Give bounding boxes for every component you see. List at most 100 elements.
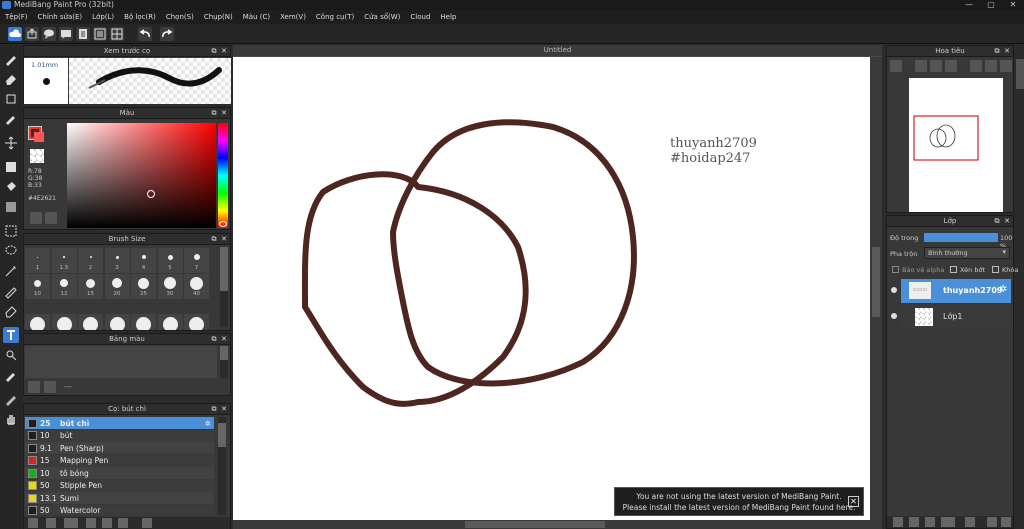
- brush-size-cell[interactable]: 2: [78, 248, 103, 273]
- undock-icon[interactable]: ⧉: [210, 405, 218, 413]
- text-tool-icon[interactable]: [3, 327, 19, 343]
- menu-item-8[interactable]: Công cụ(T): [311, 10, 359, 24]
- layer-row-selected[interactable]: ▭▭▭ thuyanh2709 ✲: [901, 279, 1011, 303]
- menu-item-4[interactable]: Chọn(S): [161, 10, 199, 24]
- opacity-slider[interactable]: [924, 233, 998, 242]
- flip-icon[interactable]: [1000, 60, 1012, 72]
- hand-tool-icon[interactable]: [3, 411, 19, 427]
- brush-size-cell[interactable]: [157, 314, 183, 330]
- menu-item-1[interactable]: Chỉnh sửa(E): [33, 10, 88, 24]
- new-layer-icon[interactable]: [893, 517, 903, 527]
- brush-dropdown-icon[interactable]: [64, 518, 78, 528]
- canvas-vertical-scrollbar[interactable]: [870, 57, 882, 520]
- menu-item-3[interactable]: Bộ lọc(R): [119, 10, 161, 24]
- dot-tool-icon[interactable]: [3, 91, 19, 107]
- brush-size-cell[interactable]: [78, 314, 103, 330]
- select-eraser-icon[interactable]: [3, 303, 19, 319]
- menu-item-2[interactable]: Lớp(L): [87, 10, 119, 24]
- brush-item[interactable]: 10 bút: [25, 429, 214, 442]
- visibility-icon[interactable]: [891, 313, 897, 319]
- palette-icon[interactable]: [30, 212, 42, 224]
- color-picker-cursor[interactable]: [147, 190, 155, 198]
- blend-mode-select[interactable]: Bình thường ▾: [924, 247, 1010, 259]
- transparent-swatch[interactable]: [30, 149, 44, 163]
- eraser-tool-icon[interactable]: [3, 71, 19, 87]
- new-halftone-layer-icon[interactable]: [909, 517, 919, 527]
- protect-alpha-checkbox[interactable]: [892, 266, 899, 273]
- brush-size-cell[interactable]: 1.5: [51, 248, 77, 273]
- zoom-in-small-icon[interactable]: [915, 60, 927, 72]
- layer-row[interactable]: Lớp1: [901, 305, 1011, 329]
- menu-item-7[interactable]: Xem(V): [275, 10, 311, 24]
- redo-icon[interactable]: [160, 27, 174, 41]
- brush-item[interactable]: 9.1 Pen (Sharp): [25, 442, 214, 454]
- close-icon[interactable]: ✕: [220, 47, 228, 55]
- brush-tool-icon[interactable]: [3, 51, 19, 67]
- bucket-tool-icon[interactable]: [3, 179, 19, 195]
- brush-size-cell[interactable]: 10: [25, 274, 50, 299]
- close-icon[interactable]: ✕: [220, 335, 228, 343]
- select-tool-icon[interactable]: [3, 223, 19, 239]
- zoom-in-icon[interactable]: [890, 60, 902, 72]
- brush-folder-icon[interactable]: [102, 518, 112, 528]
- brush-item[interactable]: 15 Mapping Pen: [25, 454, 214, 467]
- eyedropper-tool-icon[interactable]: [3, 367, 19, 383]
- palette-area[interactable]: [25, 346, 217, 378]
- delete-brush-icon[interactable]: [142, 518, 152, 528]
- layer-dropdown-icon[interactable]: [941, 517, 955, 527]
- brush-size-cell[interactable]: [51, 314, 77, 330]
- lasso-tool-icon[interactable]: [3, 243, 19, 259]
- visibility-icon[interactable]: [891, 287, 897, 293]
- brush-size-cell[interactable]: 12: [51, 274, 77, 299]
- color-gradient-picker[interactable]: [67, 123, 216, 228]
- brush-size-cell[interactable]: 7: [184, 248, 209, 273]
- close-icon[interactable]: ✕: [1003, 47, 1011, 55]
- brush-copy-icon[interactable]: [118, 518, 128, 528]
- palette-scrollbar[interactable]: [220, 346, 228, 378]
- clip-checkbox[interactable]: [950, 266, 957, 273]
- undock-icon[interactable]: ⧉: [210, 235, 218, 243]
- brush-item[interactable]: 25 bút chì ✲: [25, 417, 214, 429]
- secondary-color-swatch[interactable]: [34, 132, 44, 142]
- menu-item-11[interactable]: Help: [435, 10, 461, 24]
- rotate-icon[interactable]: [970, 60, 982, 72]
- undock-icon[interactable]: ⧉: [210, 109, 218, 117]
- magic-wand-icon[interactable]: [3, 263, 19, 279]
- notice-close-icon[interactable]: ✕: [848, 496, 859, 507]
- update-notice[interactable]: You are not using the latest version of …: [614, 487, 864, 516]
- menu-item-0[interactable]: Tệp(F): [0, 10, 33, 24]
- new-palette-icon[interactable]: [28, 381, 40, 393]
- menu-item-9[interactable]: Cửa sổ(W): [359, 10, 405, 24]
- duplicate-layer-icon[interactable]: [987, 517, 997, 527]
- brush-settings-icon[interactable]: [86, 518, 96, 528]
- brush-item[interactable]: 10 tô bóng: [25, 467, 214, 479]
- operation-tool-icon[interactable]: [3, 347, 19, 363]
- navigator-preview[interactable]: [909, 78, 1003, 212]
- gear-icon[interactable]: ✲: [999, 284, 1007, 295]
- close-icon[interactable]: ✕: [1002, 0, 1024, 10]
- undock-icon[interactable]: ⧉: [993, 47, 1001, 55]
- new-8bit-layer-icon[interactable]: [925, 517, 935, 527]
- undock-icon[interactable]: ⧉: [993, 217, 1001, 225]
- minimize-icon[interactable]: —: [958, 0, 980, 10]
- gradient-tool-icon[interactable]: [3, 199, 19, 215]
- grid-icon[interactable]: [110, 27, 124, 41]
- lock-checkbox[interactable]: [992, 266, 999, 273]
- menu-item-6[interactable]: Màu (C): [238, 10, 275, 24]
- brush-size-cell[interactable]: 1: [25, 248, 50, 273]
- menu-item-10[interactable]: Cloud: [405, 10, 435, 24]
- layer-folder-icon[interactable]: [965, 517, 975, 527]
- brush-size-cell[interactable]: 3: [104, 248, 130, 273]
- drawing-canvas[interactable]: thuyanh2709 #hoidap247: [233, 57, 870, 520]
- brush-item[interactable]: 50 Stipple Pen: [25, 479, 214, 492]
- hue-slider[interactable]: [218, 123, 228, 228]
- pen-tool-icon[interactable]: [3, 391, 19, 407]
- brush-size-cell[interactable]: 20: [104, 274, 130, 299]
- right-dock-scrollbar[interactable]: [1016, 45, 1024, 529]
- eyedropper-icon[interactable]: [45, 212, 57, 224]
- brush-size-cell[interactable]: 25: [131, 274, 156, 299]
- undock-icon[interactable]: ⧉: [210, 47, 218, 55]
- brush-size-cell[interactable]: [25, 314, 50, 330]
- cloud-icon[interactable]: [8, 27, 22, 41]
- move-tool-icon[interactable]: [3, 135, 19, 151]
